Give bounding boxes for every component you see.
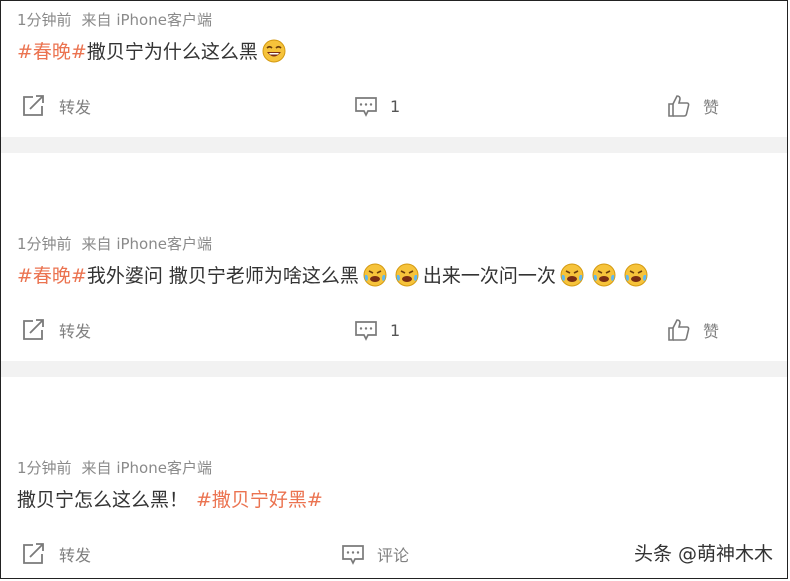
weibo-post-1: 1分钟前 来自 iPhone客户端 #春晚# 撒贝宁为什么这么黑 转发 1 赞: [1, 1, 787, 137]
repost-label: 转发: [59, 322, 92, 341]
feed-frame: 1分钟前 来自 iPhone客户端 #春晚# 撒贝宁为什么这么黑 转发 1 赞 …: [0, 0, 788, 579]
crying-laughing-emoji-icon: [624, 263, 648, 286]
post-time: 1分钟前: [17, 11, 72, 29]
post-content: #春晚# 我外婆问 撒贝宁老师为啥这么黑 出来一次问一次: [17, 261, 652, 288]
repost-button[interactable]: 转发: [21, 539, 91, 569]
like-icon: [668, 319, 690, 341]
post-source: 来自 iPhone客户端: [81, 459, 212, 477]
crying-laughing-emoji-icon: [363, 263, 387, 286]
crying-laughing-emoji-icon: [395, 263, 419, 286]
post-meta: 1分钟前 来自 iPhone客户端: [17, 9, 212, 30]
comment-button[interactable]: 评论: [341, 539, 409, 569]
post-text: 我外婆问 撒贝宁老师为啥这么黑: [86, 265, 359, 287]
post-actions: 转发 1 赞: [1, 315, 787, 345]
post-source: 来自 iPhone客户端: [81, 11, 212, 29]
weibo-post-2: 1分钟前 来自 iPhone客户端 #春晚# 我外婆问 撒贝宁老师为啥这么黑 出来…: [1, 153, 787, 361]
post-source: 来自 iPhone客户端: [81, 235, 212, 253]
hashtag-link[interactable]: #撒贝宁好黑#: [196, 485, 323, 512]
repost-icon: [23, 543, 44, 564]
like-icon: [668, 95, 690, 117]
post-content: 撒贝宁怎么这么黑！ #撒贝宁好黑#: [17, 485, 323, 512]
post-content: #春晚# 撒贝宁为什么这么黑: [17, 37, 290, 64]
post-text: 撒贝宁为什么这么黑: [86, 41, 258, 63]
comment-icon: [355, 97, 377, 117]
repost-label: 转发: [59, 98, 92, 117]
post-text: 撒贝宁怎么这么黑！: [17, 489, 189, 511]
comment-icon: [342, 545, 364, 565]
post-meta: 1分钟前 来自 iPhone客户端: [17, 233, 212, 254]
comment-count: 1: [390, 320, 401, 340]
repost-label: 转发: [59, 546, 92, 565]
like-label: 赞: [703, 98, 720, 117]
repost-button[interactable]: 转发: [21, 315, 91, 345]
post-actions: 转发 1 赞: [1, 91, 787, 121]
comment-label: 评论: [377, 546, 410, 565]
repost-button[interactable]: 转发: [21, 91, 91, 121]
laughing-tears-emoji-icon: [262, 39, 286, 62]
post-text-continued: 出来一次问一次: [422, 265, 556, 287]
repost-icon: [23, 95, 44, 116]
crying-laughing-emoji-icon: [592, 263, 616, 286]
comment-button[interactable]: 1: [354, 315, 400, 345]
post-time: 1分钟前: [17, 235, 72, 253]
comment-count: 1: [390, 96, 401, 116]
repost-icon: [23, 319, 44, 340]
hashtag-link[interactable]: #春晚#: [17, 37, 87, 64]
post-separator: [1, 361, 787, 377]
post-meta: 1分钟前 来自 iPhone客户端: [17, 457, 212, 478]
post-time: 1分钟前: [17, 459, 72, 477]
crying-laughing-emoji-icon: [560, 263, 584, 286]
watermark-text: 头条 @萌神木木: [633, 543, 773, 565]
post-separator: [1, 137, 787, 153]
like-button[interactable]: 赞: [667, 91, 719, 121]
like-button[interactable]: 赞: [667, 315, 719, 345]
hashtag-link[interactable]: #春晚#: [17, 261, 87, 288]
comment-icon: [355, 321, 377, 341]
like-label: 赞: [703, 322, 720, 341]
comment-button[interactable]: 1: [354, 91, 400, 121]
